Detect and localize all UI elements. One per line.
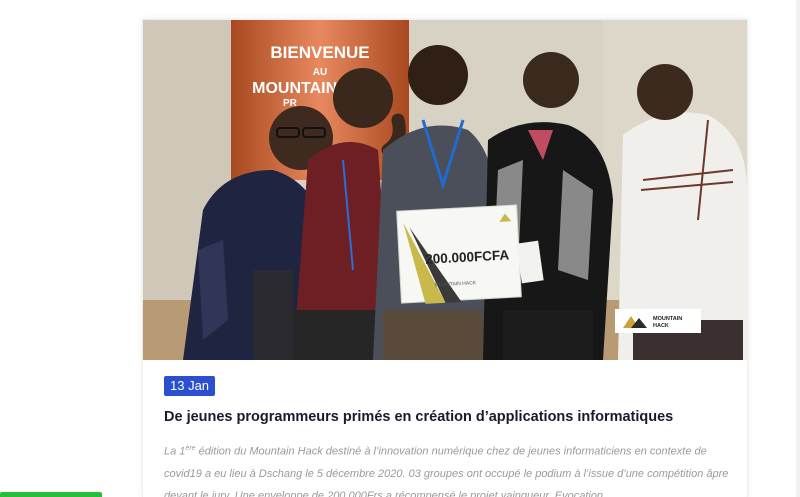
article-excerpt: La 1ère édition du Mountain Hack destiné…	[164, 438, 732, 497]
news-card[interactable]: BIENVENUE AU MOUNTAIN HACK PR 200.000FCF…	[142, 19, 748, 497]
mountain-hack-logo: MOUNTAIN HACK	[615, 309, 701, 333]
banner-line-2: AU	[313, 67, 327, 78]
logo-text-1: MOUNTAIN	[653, 316, 682, 322]
excerpt-body: édition du Mountain Hack destiné à l’inn…	[164, 445, 729, 497]
scrollbar[interactable]	[796, 0, 800, 497]
page: BIENVENUE AU MOUNTAIN HACK PR 200.000FCF…	[0, 0, 800, 497]
excerpt-prefix: La 1	[164, 445, 186, 458]
article-title[interactable]: De jeunes programmeurs primés en créatio…	[164, 409, 734, 425]
date-badge: 13 Jan	[164, 376, 216, 396]
logo-text-2: HACK	[653, 323, 669, 329]
green-widget-tab[interactable]	[0, 492, 102, 497]
article-photo[interactable]: BIENVENUE AU MOUNTAIN HACK PR 200.000FCF…	[143, 20, 747, 360]
excerpt-superscript: ère	[185, 445, 196, 452]
banner-line-1: BIENVENUE	[270, 43, 369, 62]
